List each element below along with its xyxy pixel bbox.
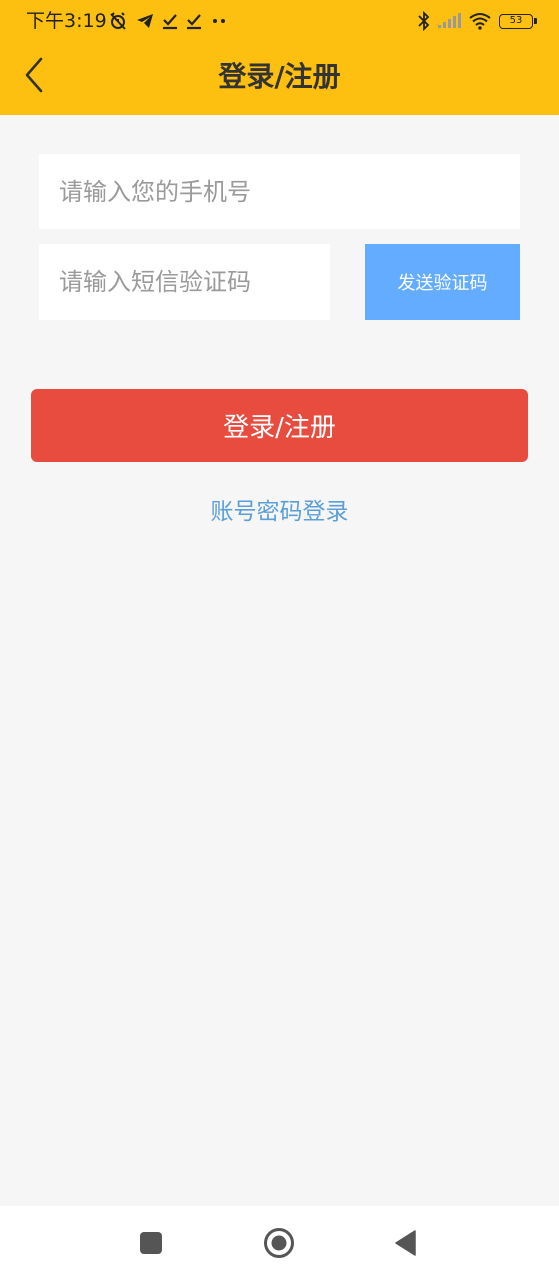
bluetooth-icon: [418, 11, 430, 31]
chevron-left-icon: [25, 57, 43, 93]
home-button[interactable]: [258, 1222, 300, 1264]
phone-field: [39, 154, 520, 229]
battery-icon: 53: [499, 13, 537, 29]
page-title: 登录/注册: [218, 60, 341, 93]
recents-button[interactable]: [130, 1222, 172, 1264]
recents-square-icon: [140, 1232, 162, 1254]
status-right-icons: 53: [418, 9, 537, 33]
back-button[interactable]: [14, 54, 56, 96]
phone-input[interactable]: [39, 154, 520, 229]
header: 下午3:19 53 登录/注册: [0, 0, 559, 115]
send-code-button[interactable]: 发送验证码: [365, 244, 520, 320]
sms-code-field: [39, 244, 330, 320]
login-register-page: 下午3:19 53 登录/注册 请输入您的手机号 请输入短信验证码 发送验证码 …: [0, 0, 559, 1280]
more-dots-icon: [210, 16, 228, 26]
login-register-button[interactable]: 登录/注册: [31, 389, 528, 462]
download-done-icon: [162, 12, 178, 30]
sms-code-input[interactable]: [39, 244, 330, 320]
app-bar: 登录/注册: [0, 42, 559, 115]
back-triangle-icon: [395, 1230, 416, 1256]
status-time: 下午3:19: [26, 10, 107, 32]
status-left-icons: [108, 10, 228, 32]
password-login-link[interactable]: 账号密码登录: [0, 490, 559, 534]
back-nav-button[interactable]: [385, 1222, 427, 1264]
download-done-icon: [186, 12, 202, 30]
alarm-off-icon: [108, 11, 128, 31]
wifi-icon: [468, 12, 492, 30]
navigation-bar: [0, 1206, 559, 1280]
signal-icon: [437, 13, 461, 29]
home-circle-icon: [264, 1228, 294, 1258]
telegram-icon: [136, 12, 154, 30]
status-bar: 下午3:19 53: [0, 0, 559, 42]
